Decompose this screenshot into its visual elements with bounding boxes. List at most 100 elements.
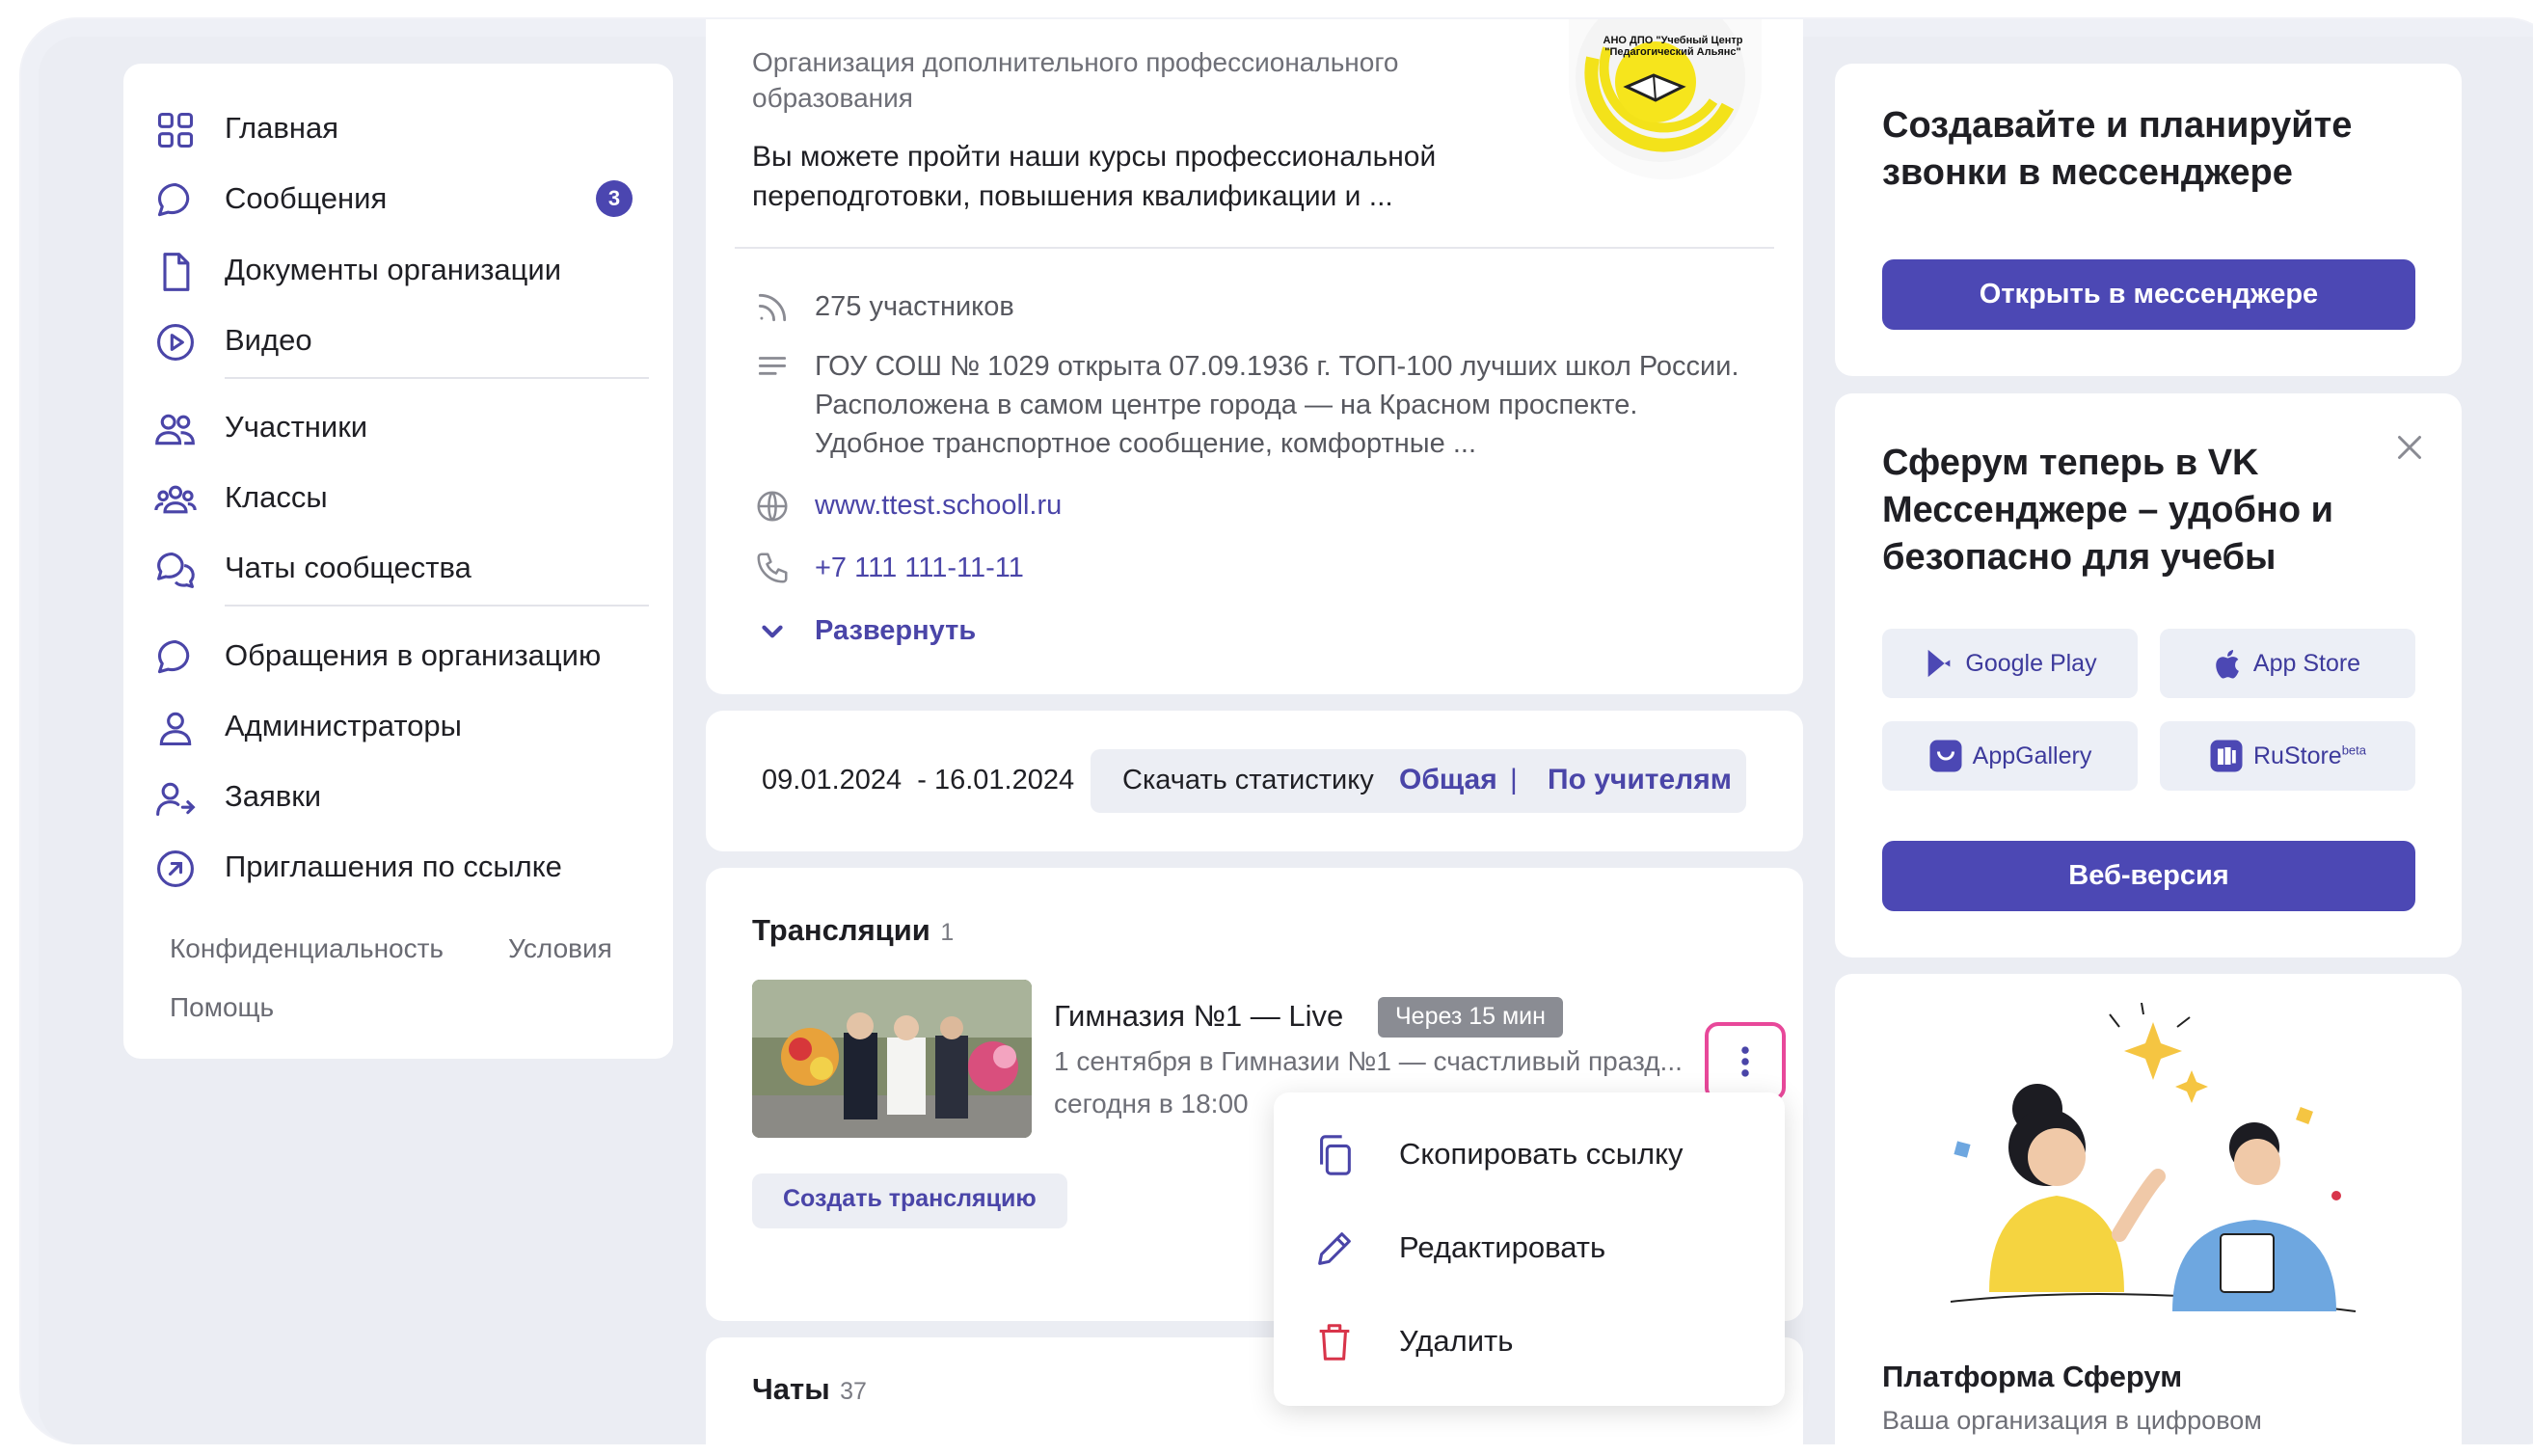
classes-icon — [154, 478, 197, 521]
org-logo-text: АНО ДПО "Учебный Центр "Педагогический А… — [1603, 35, 1743, 58]
website-link[interactable]: www.ttest.schooll.ru — [815, 486, 1062, 525]
grid-icon — [154, 109, 197, 151]
menu-copy-link[interactable]: Скопировать ссылку — [1274, 1112, 1785, 1199]
sidebar: Главная Сообщения 3 Документы организации Ви… — [123, 64, 673, 1059]
stats-separator: | — [1510, 764, 1518, 795]
app-store-label: App Store — [2252, 649, 2361, 677]
sidebar-item-7[interactable]: Чаты сообщества — [123, 539, 663, 597]
sidebar-item-label: Сообщения — [225, 181, 388, 215]
pencil-icon — [1312, 1227, 1357, 1271]
sidebar-item-label: Документы организации — [225, 253, 562, 286]
broadcast-time-badge: Через 15 мин — [1378, 997, 1563, 1038]
sidebar-item-6[interactable]: Классы — [123, 469, 663, 526]
sidebar-item-10[interactable]: Заявки — [123, 768, 663, 825]
apple-icon — [2215, 648, 2244, 679]
sidebar-item-2[interactable]: Сообщения 3 — [123, 170, 663, 228]
more-vertical-icon — [1739, 1045, 1751, 1078]
sidebar-item-label: Главная — [225, 111, 338, 145]
message-icon — [154, 636, 197, 679]
google-play-label: Google Play — [1965, 649, 2097, 677]
phone-icon — [754, 550, 791, 586]
rss-icon — [754, 289, 791, 326]
promo-title: Сферум теперь в VK Мессенджере – удобно … — [1882, 443, 2334, 578]
rustore-button[interactable]: RuStorebeta — [2160, 721, 2415, 791]
broadcast-thumbnail[interactable] — [752, 980, 1032, 1138]
sidebar-divider — [225, 605, 649, 607]
broadcast-context-menu: Скопировать ссылку Редактировать Удалить — [1274, 1092, 1785, 1406]
teachers-stats-link[interactable]: По учителям — [1548, 764, 1732, 796]
huawei-icon — [1928, 739, 1963, 773]
chats-count: 37 — [840, 1378, 867, 1405]
user-icon — [154, 707, 197, 749]
create-broadcast-button[interactable]: Создать трансляцию — [752, 1173, 1067, 1228]
platform-title: Платформа Сферум — [1882, 1360, 2183, 1393]
web-version-button[interactable]: Веб-версия — [1882, 841, 2415, 911]
play-icon — [154, 321, 197, 364]
sidebar-item-5[interactable]: Участники — [123, 398, 663, 456]
google-play-icon — [1923, 647, 1955, 680]
app-gallery-label: AppGallery — [1972, 741, 2092, 769]
broadcast-more-button[interactable] — [1705, 1022, 1786, 1101]
users-icon — [154, 408, 197, 450]
sidebar-item-label: Чаты сообщества — [225, 551, 472, 584]
google-play-button[interactable]: Google Play — [1882, 629, 2138, 698]
general-stats-link[interactable]: Общая — [1399, 764, 1497, 796]
platform-card: Платформа Сферум Ваша организация в цифр… — [1835, 974, 2462, 1456]
rustore-name: RuStore — [2252, 741, 2342, 769]
sidebar-item-label: Обращения в организацию — [225, 638, 602, 672]
broadcast-description: 1 сентября в Гимназии №1 — счастливый пр… — [1054, 1046, 1683, 1076]
trash-icon — [1312, 1320, 1357, 1364]
sidebar-item-8[interactable]: Обращения в организацию — [123, 627, 663, 685]
phone-link[interactable]: +7 111 111-11-11 — [815, 549, 1024, 587]
menu-delete-label: Удалить — [1399, 1324, 1514, 1358]
app-store-button[interactable]: App Store — [2160, 629, 2415, 698]
link-arrow-icon — [154, 848, 197, 890]
help-link[interactable]: Помощь — [170, 992, 274, 1023]
broadcasts-count: 1 — [940, 919, 955, 946]
platform-illustration — [1912, 1002, 2394, 1340]
menu-edit-label: Редактировать — [1399, 1230, 1606, 1264]
menu-copy-link-label: Скопировать ссылку — [1399, 1137, 1684, 1171]
message-icon — [154, 179, 197, 222]
calls-title: Создавайте и планируйте звонки в мессенд… — [1882, 105, 2353, 193]
date-range[interactable]: 09.01.2024 - 16.01.2024 — [762, 765, 1074, 796]
open-messenger-button[interactable]: Открыть в мессенджере — [1882, 259, 2415, 330]
sidebar-item-11[interactable]: Приглашения по ссылке — [123, 838, 663, 896]
stats-card: 09.01.2024 - 16.01.2024 Скачать статисти… — [706, 711, 1803, 851]
calls-card: Создавайте и планируйте звонки в мессенд… — [1835, 64, 2462, 376]
text-lines-icon — [754, 349, 791, 386]
expand-link[interactable]: Развернуть — [815, 611, 976, 650]
sidebar-item-1[interactable]: Главная — [123, 99, 663, 157]
sidebar-item-label: Приглашения по ссылке — [225, 849, 562, 883]
sidebar-item-label: Участники — [225, 410, 368, 444]
sidebar-item-label: Заявки — [225, 779, 322, 813]
org-logo[interactable]: АНО ДПО "Учебный Центр "Педагогический А… — [1569, 19, 1762, 179]
rustore-icon — [2209, 739, 2244, 773]
user-arrow-icon — [154, 777, 197, 820]
sidebar-item-4[interactable]: Видео — [123, 311, 663, 369]
chevron-down-icon[interactable] — [756, 615, 789, 648]
sidebar-item-9[interactable]: Администраторы — [123, 697, 663, 755]
broadcasts-header: Трансляции 1 — [752, 913, 954, 948]
broadcast-thumbnail-image — [752, 980, 1032, 1138]
menu-edit[interactable]: Редактировать — [1274, 1205, 1785, 1292]
sidebar-item-label: Администраторы — [225, 709, 462, 742]
unread-badge: 3 — [596, 180, 633, 217]
members-count[interactable]: 275 участников — [815, 287, 1014, 326]
platform-subtitle: Ваша организация в цифровом — [1882, 1406, 2262, 1435]
rustore-label: RuStorebeta — [2253, 742, 2366, 770]
sidebar-item-3[interactable]: Документы организации — [123, 241, 663, 299]
chats-icon — [154, 549, 197, 591]
privacy-link[interactable]: Конфиденциальность — [170, 933, 444, 964]
app-gallery-button[interactable]: AppGallery — [1882, 721, 2138, 791]
menu-delete[interactable]: Удалить — [1274, 1299, 1785, 1386]
terms-link[interactable]: Условия — [508, 933, 612, 964]
broadcast-title[interactable]: Гимназия №1 — Live — [1054, 999, 1343, 1034]
stats-download-group: Скачать статистику Общая | По учителям — [1091, 749, 1746, 813]
rustore-beta: beta — [2341, 742, 2367, 758]
sidebar-divider — [225, 377, 649, 379]
close-icon[interactable] — [2392, 430, 2427, 465]
divider — [735, 247, 1774, 249]
sidebar-item-label: Классы — [225, 480, 328, 514]
broadcasts-title: Трансляции — [752, 913, 930, 947]
